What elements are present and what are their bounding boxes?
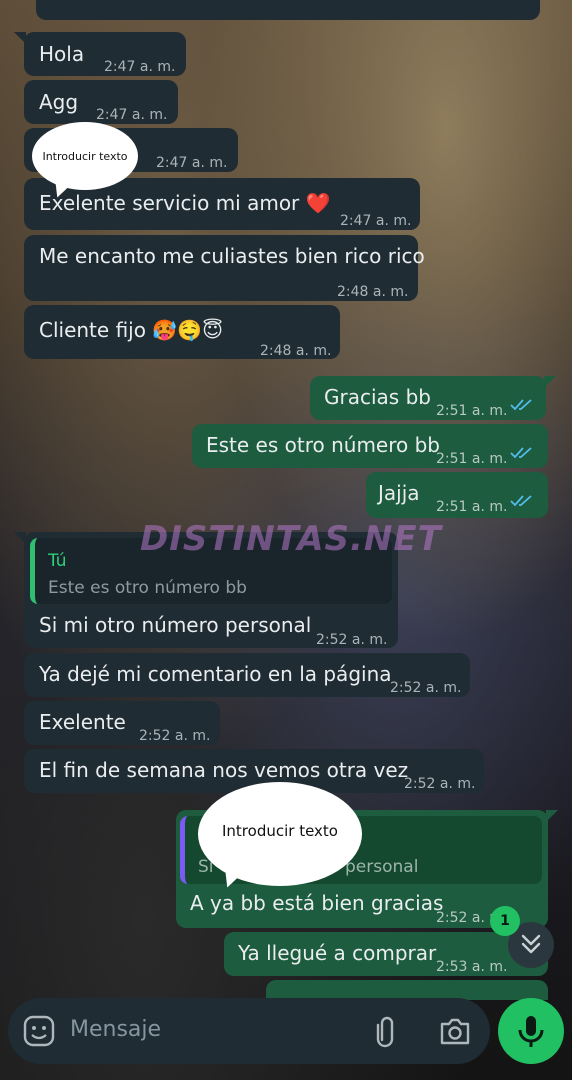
mic-icon <box>518 1016 544 1047</box>
double-check-icon <box>510 447 532 459</box>
message-text: Si mi otro número personal <box>39 613 312 637</box>
double-check-icon <box>510 399 532 411</box>
message-bubble-outgoing[interactable]: Jajja 2:51 a. m. <box>366 472 548 518</box>
message-bubble[interactable]: Ya dejé mi comentario en la página 2:52 … <box>24 653 470 697</box>
message-time: 2:48 a. m. <box>337 284 409 300</box>
message-text: Agg <box>39 90 79 114</box>
message-bubble-outgoing[interactable]: Gracias bb 2:51 a. m. <box>310 376 546 420</box>
message-bubble-outgoing[interactable]: Ya llegué a comprar 2:53 a. m. <box>224 932 548 976</box>
message-text: El fin de semana nos vemos otra vez <box>39 758 409 782</box>
quoted-text-end: personal <box>345 857 419 877</box>
message-text: Exelente servicio mi amor ❤️ <box>39 190 331 216</box>
message-bubble[interactable]: Exelente 2:52 a. m. <box>24 701 220 745</box>
message-text-content: Exelente servicio mi amor <box>39 191 300 215</box>
message-list[interactable]: Hola 2:47 a. m. Agg 2:47 a. m. 2:47 a. m… <box>0 0 572 1000</box>
message-bubble-partial[interactable] <box>36 0 540 20</box>
watermark: DISTINTAS.NET <box>140 519 442 559</box>
message-time: 2:51 a. m. <box>436 403 508 419</box>
text-annotation-ellipse: Introducir texto <box>198 782 362 886</box>
quoted-author: Tú <box>48 551 67 571</box>
message-text: Jajja <box>378 481 420 505</box>
camera-icon[interactable] <box>438 1016 472 1046</box>
message-text: Ya llegué a comprar <box>238 941 437 965</box>
message-text: Exelente <box>39 710 126 734</box>
attach-icon[interactable] <box>374 1014 400 1048</box>
message-text-content: Cliente fijo <box>39 318 146 342</box>
message-time: 2:51 a. m. <box>436 451 508 467</box>
message-bubble[interactable]: Agg 2:47 a. m. <box>24 80 178 124</box>
message-bubble-outgoing[interactable]: Este es otro número bb 2:51 a. m. <box>192 424 548 468</box>
quoted-text: Este es otro número bb <box>48 578 247 598</box>
message-bubble[interactable]: Me encanto me culiastes bien rico rico 2… <box>24 235 425 301</box>
message-bubble[interactable]: Cliente fijo 🥵🤤😇 2:48 a. m. <box>24 305 340 359</box>
message-input[interactable]: Mensaje <box>70 1017 161 1042</box>
heart-emoji: ❤️ <box>305 191 331 215</box>
message-time: 2:47 a. m. <box>340 213 412 229</box>
message-text: Gracias bb <box>324 385 431 409</box>
double-check-icon <box>510 495 532 507</box>
message-time: 2:52 a. m. <box>139 728 211 744</box>
message-text: Ya dejé mi comentario en la página <box>39 662 392 686</box>
unread-count-badge: 1 <box>490 906 520 936</box>
annotation-text: Introducir texto <box>222 822 338 840</box>
message-time: 2:52 a. m. <box>316 632 388 648</box>
message-time: 2:52 a. m. <box>390 680 462 696</box>
message-time: 2:53 a. m. <box>436 959 508 975</box>
voice-message-button[interactable] <box>498 998 564 1064</box>
message-bubble[interactable]: Hola 2:47 a. m. <box>24 32 186 76</box>
emoji-group: 🥵🤤😇 <box>152 318 223 342</box>
message-text: A ya bb está bien gracias <box>190 891 444 915</box>
message-bubble-partial[interactable] <box>266 980 548 1000</box>
message-text: Cliente fijo 🥵🤤😇 <box>39 317 223 343</box>
message-text: Me encanto me culiastes bien rico rico <box>39 244 425 268</box>
message-composer[interactable]: Mensaje <box>8 998 490 1064</box>
message-time: 2:47 a. m. <box>104 59 176 75</box>
message-text: Hola <box>39 42 85 66</box>
message-time: 2:48 a. m. <box>260 343 332 359</box>
message-text: Este es otro número bb <box>206 433 441 457</box>
message-time: 2:51 a. m. <box>436 499 508 515</box>
message-time: 2:47 a. m. <box>156 155 228 171</box>
text-annotation-ellipse: Introducir texto <box>32 122 138 190</box>
annotation-text: Introducir texto <box>42 149 128 163</box>
emoji-icon[interactable] <box>22 1014 56 1048</box>
message-time: 2:52 a. m. <box>404 776 476 792</box>
